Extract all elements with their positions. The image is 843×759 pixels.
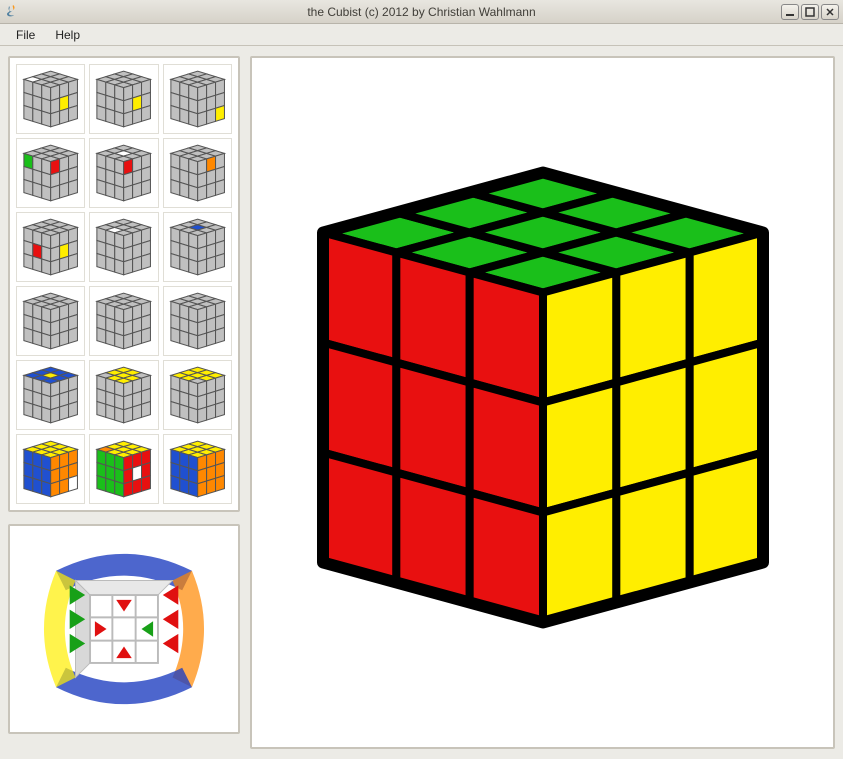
step-thumbnail[interactable] bbox=[89, 212, 158, 282]
step-thumbnail[interactable] bbox=[89, 360, 158, 430]
close-button[interactable] bbox=[821, 4, 839, 20]
java-app-icon bbox=[4, 4, 20, 20]
step-thumbnail[interactable] bbox=[16, 138, 85, 208]
minimize-button[interactable] bbox=[781, 4, 799, 20]
step-thumbnail[interactable] bbox=[16, 212, 85, 282]
orientation-cube[interactable] bbox=[16, 532, 232, 726]
step-thumbnail[interactable] bbox=[163, 360, 232, 430]
step-thumbnail[interactable] bbox=[89, 138, 158, 208]
step-thumbnail[interactable] bbox=[163, 434, 232, 504]
step-thumbnail[interactable] bbox=[163, 212, 232, 282]
step-thumbnail[interactable] bbox=[89, 64, 158, 134]
step-thumbnail[interactable] bbox=[16, 434, 85, 504]
left-column bbox=[8, 56, 240, 749]
menu-help[interactable]: Help bbox=[45, 25, 90, 45]
titlebar: the Cubist (c) 2012 by Christian Wahlman… bbox=[0, 0, 843, 24]
step-thumbnail[interactable] bbox=[16, 64, 85, 134]
menu-file[interactable]: File bbox=[6, 25, 45, 45]
step-thumbnail[interactable] bbox=[89, 286, 158, 356]
maximize-button[interactable] bbox=[801, 4, 819, 20]
step-thumbnail[interactable] bbox=[89, 434, 158, 504]
content-area bbox=[0, 46, 843, 759]
step-thumbnail[interactable] bbox=[16, 360, 85, 430]
thumbnail-grid bbox=[16, 64, 232, 504]
main-cube-view[interactable] bbox=[250, 56, 835, 749]
window-title: the Cubist (c) 2012 by Christian Wahlman… bbox=[0, 5, 843, 19]
step-thumbnail[interactable] bbox=[163, 286, 232, 356]
rubiks-cube[interactable] bbox=[283, 78, 803, 727]
step-thumbnail[interactable] bbox=[16, 286, 85, 356]
step-thumbnail[interactable] bbox=[163, 138, 232, 208]
orientation-panel[interactable] bbox=[8, 524, 240, 734]
menubar: File Help bbox=[0, 24, 843, 46]
step-thumbnails-panel bbox=[8, 56, 240, 512]
window-controls bbox=[781, 4, 839, 20]
step-thumbnail[interactable] bbox=[163, 64, 232, 134]
